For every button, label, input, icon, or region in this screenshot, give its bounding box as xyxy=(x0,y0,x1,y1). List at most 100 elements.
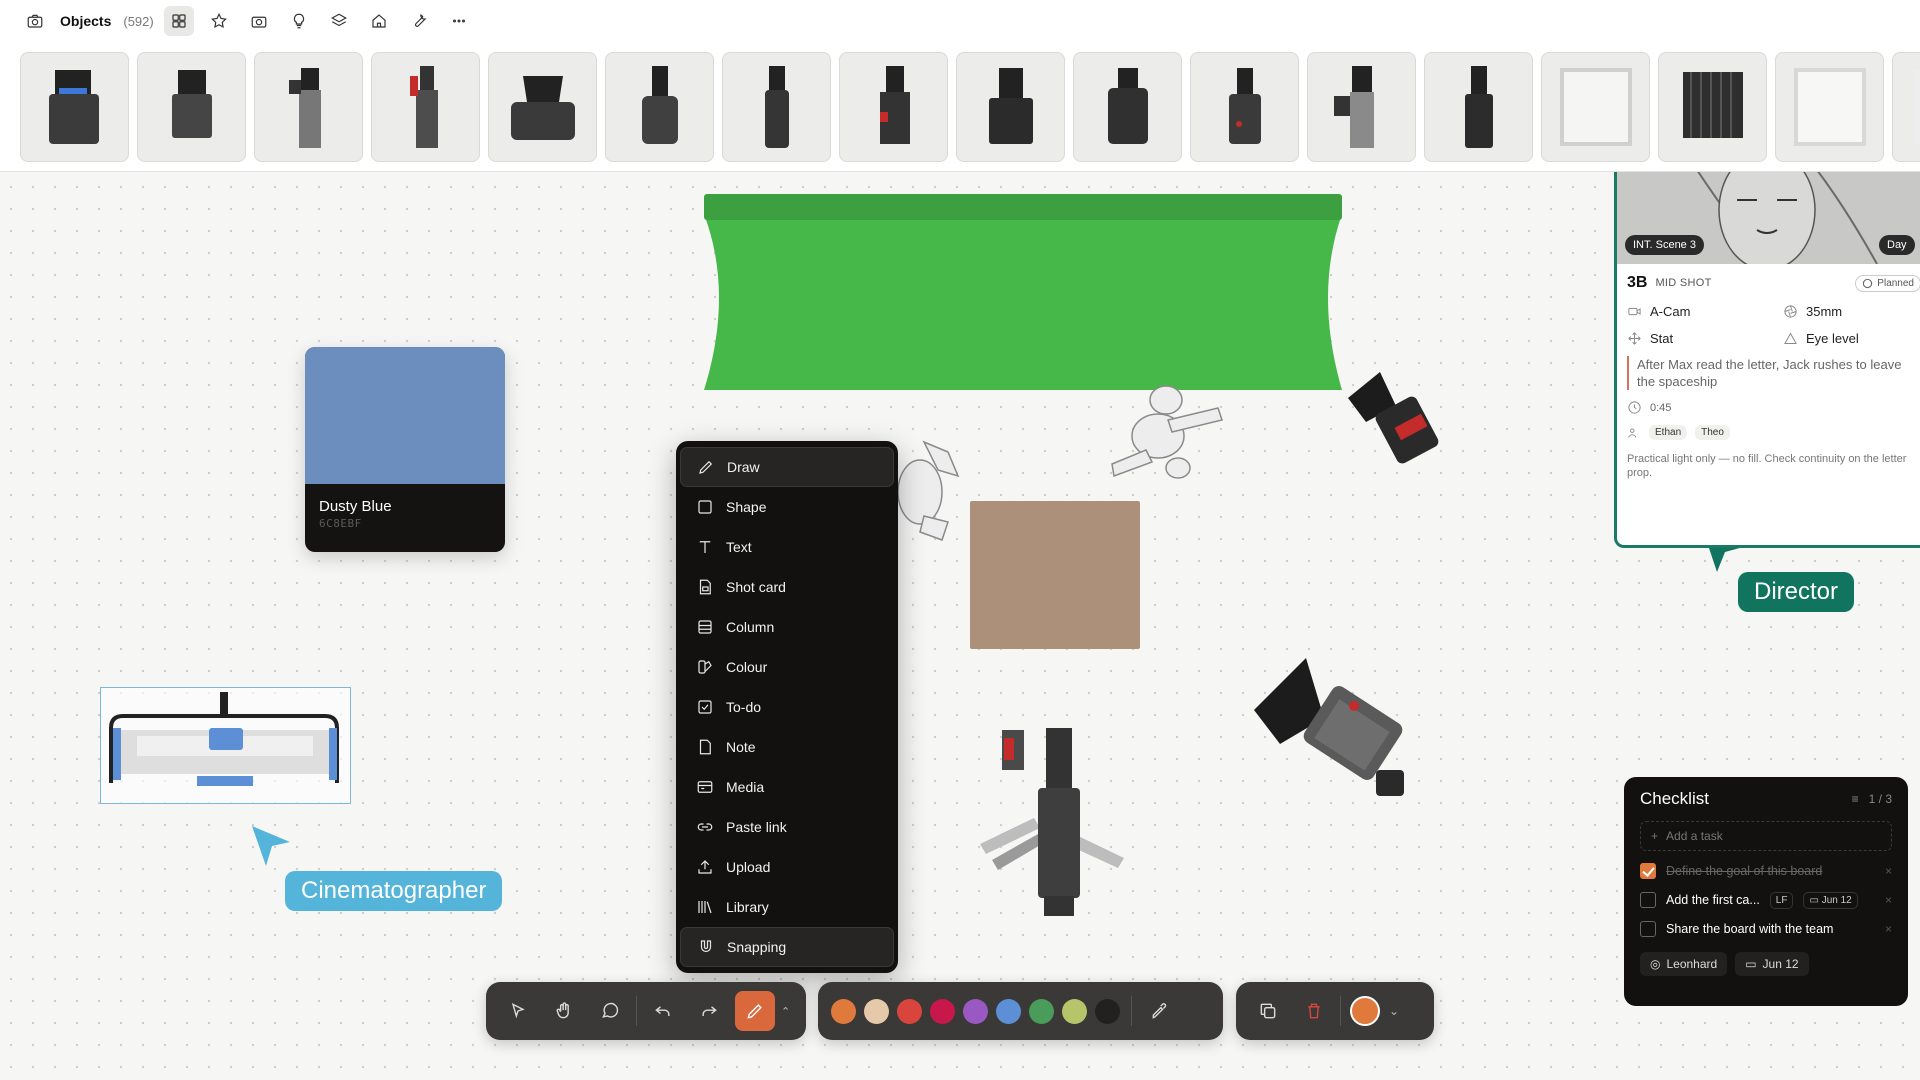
menu-item-colour[interactable]: Colour xyxy=(680,647,894,687)
colour-hex: 6C8EBF xyxy=(319,517,362,530)
object-tile-camera-blue[interactable] xyxy=(1424,52,1533,162)
actor-figure-right[interactable] xyxy=(1098,380,1228,485)
menu-item-text[interactable]: Text xyxy=(680,527,894,567)
chevron-up-icon[interactable]: ⌃ xyxy=(781,1005,790,1018)
colour-dot-red[interactable] xyxy=(897,998,922,1024)
colour-dot-green[interactable] xyxy=(1029,998,1054,1024)
colour-dot-beige[interactable] xyxy=(864,998,889,1024)
status-badge[interactable]: Planned xyxy=(1855,274,1920,292)
object-tile-flag-stand[interactable] xyxy=(1658,52,1767,162)
more-icon[interactable] xyxy=(444,6,474,36)
object-tile-camera-compact[interactable] xyxy=(1073,52,1182,162)
table-prop[interactable] xyxy=(970,501,1140,649)
menu-item-upload[interactable]: Upload xyxy=(680,847,894,887)
clock-icon xyxy=(1628,401,1641,414)
assignee-filter[interactable]: ◎ Leonhard xyxy=(1640,952,1728,976)
menu-item-snapping[interactable]: Snapping xyxy=(680,927,894,967)
colour-dot-orange[interactable] xyxy=(831,998,856,1024)
object-tile-partial[interactable] xyxy=(1892,52,1920,162)
redo-button[interactable] xyxy=(689,991,729,1031)
task-checkbox[interactable] xyxy=(1640,863,1656,879)
current-colour-button[interactable] xyxy=(1350,996,1380,1026)
cast-chip[interactable]: Theo xyxy=(1695,425,1730,440)
chevron-down-icon[interactable]: ⌄ xyxy=(1389,1004,1399,1018)
checklist-widget[interactable]: Checklist ≡ 1 / 3 + Add a task Define the… xyxy=(1624,777,1908,1006)
shot-card[interactable]: INT. Scene 3 Day 3B MID SHOT Planned A-C… xyxy=(1614,170,1920,548)
fresnel-light-bottom[interactable] xyxy=(1252,652,1422,808)
camera-on-tripod[interactable] xyxy=(978,724,1128,920)
select-tool-button[interactable] xyxy=(498,991,538,1031)
menu-item-shape[interactable]: Shape xyxy=(680,487,894,527)
undo-button[interactable] xyxy=(643,991,683,1031)
due-chip[interactable]: ▭ Jun 12 xyxy=(1803,891,1858,909)
object-tile-camera-mini[interactable] xyxy=(1190,52,1299,162)
cast-chip[interactable]: Ethan xyxy=(1649,425,1688,440)
wrench-icon[interactable] xyxy=(404,6,434,36)
remove-task-icon[interactable]: × xyxy=(1885,922,1892,936)
checklist-task[interactable]: Define the goal of this board × xyxy=(1640,862,1892,880)
menu-item-todo[interactable]: To-do xyxy=(680,687,894,727)
lens-attr: 35mm xyxy=(1783,304,1842,319)
duplicate-button[interactable] xyxy=(1248,991,1288,1031)
menu-item-shot-card[interactable]: Shot card xyxy=(680,567,894,607)
object-tile-camera-handheld[interactable] xyxy=(254,52,363,162)
object-tile-camera-rig[interactable] xyxy=(20,52,129,162)
status-circle-icon xyxy=(1863,278,1873,288)
add-task-placeholder: Add a task xyxy=(1666,829,1723,843)
object-tile-camera-large[interactable] xyxy=(488,52,597,162)
checklist-task[interactable]: Add the first ca... LF ▭ Jun 12 × xyxy=(1640,891,1892,909)
checklist-task[interactable]: Share the board with the team × xyxy=(1640,920,1892,938)
colour-dot-purple[interactable] xyxy=(963,998,988,1024)
colour-card[interactable]: Dusty Blue 6C8EBF xyxy=(305,347,505,552)
layers-icon[interactable] xyxy=(324,6,354,36)
menu-item-draw[interactable]: Draw xyxy=(680,447,894,487)
menu-item-note[interactable]: Note xyxy=(680,727,894,767)
camera-category-icon[interactable] xyxy=(244,6,274,36)
object-tile-camera-shoulder[interactable] xyxy=(371,52,480,162)
camera-icon[interactable] xyxy=(20,6,50,36)
task-checkbox[interactable] xyxy=(1640,921,1656,937)
menu-item-library[interactable]: Library xyxy=(680,887,894,927)
menu-item-column[interactable]: Column xyxy=(680,607,894,647)
object-tile-camera-box[interactable] xyxy=(956,52,1065,162)
delete-button[interactable] xyxy=(1294,991,1334,1031)
menu-item-label: Library xyxy=(726,899,769,915)
menu-item-paste-link[interactable]: Paste link xyxy=(680,807,894,847)
object-tile-camera-body[interactable] xyxy=(137,52,246,162)
remove-task-icon[interactable]: × xyxy=(1885,864,1892,878)
object-tile-camera-cine[interactable] xyxy=(605,52,714,162)
task-checkbox[interactable] xyxy=(1640,892,1656,908)
object-tile-camera-red[interactable] xyxy=(839,52,948,162)
shot-card-icon xyxy=(699,579,711,595)
colour-dot-blue[interactable] xyxy=(996,998,1021,1024)
eyedropper-button[interactable] xyxy=(1140,991,1180,1031)
actor-figure-left[interactable] xyxy=(898,436,964,548)
object-tile-camera-rig-grey[interactable] xyxy=(1307,52,1416,162)
colour-dot-lime[interactable] xyxy=(1062,998,1087,1024)
colour-dot-black[interactable] xyxy=(1095,998,1120,1024)
fresnel-light-top[interactable] xyxy=(1338,366,1458,482)
lightbulb-icon[interactable] xyxy=(284,6,314,36)
home-icon[interactable] xyxy=(364,6,394,36)
comment-tool-button[interactable] xyxy=(590,991,630,1031)
grid-icon[interactable] xyxy=(163,6,194,36)
object-tile-diffusion-panel[interactable] xyxy=(1541,52,1650,162)
add-menu: Draw Shape Text Shot card Column Colour … xyxy=(676,441,898,973)
square-icon xyxy=(698,500,712,514)
menu-item-label: Colour xyxy=(726,659,768,675)
task-text: Add the first ca... xyxy=(1666,893,1760,907)
menu-item-label: Text xyxy=(726,539,752,555)
draw-tool-button[interactable] xyxy=(735,991,775,1031)
assignee-chip[interactable]: LF xyxy=(1769,891,1794,909)
due-filter[interactable]: ▭ Jun 12 xyxy=(1735,952,1809,976)
hand-tool-button[interactable] xyxy=(544,991,584,1031)
green-screen[interactable] xyxy=(704,194,1342,390)
object-tile-camera-slim[interactable] xyxy=(722,52,831,162)
menu-item-media[interactable]: Media xyxy=(680,767,894,807)
colour-dot-crimson[interactable] xyxy=(930,998,955,1024)
object-tile-scrim-panel[interactable] xyxy=(1775,52,1884,162)
add-task-input[interactable]: + Add a task xyxy=(1640,821,1892,851)
remove-task-icon[interactable]: × xyxy=(1885,893,1892,907)
star-icon[interactable] xyxy=(204,6,234,36)
dolly-track-object[interactable] xyxy=(100,687,351,804)
